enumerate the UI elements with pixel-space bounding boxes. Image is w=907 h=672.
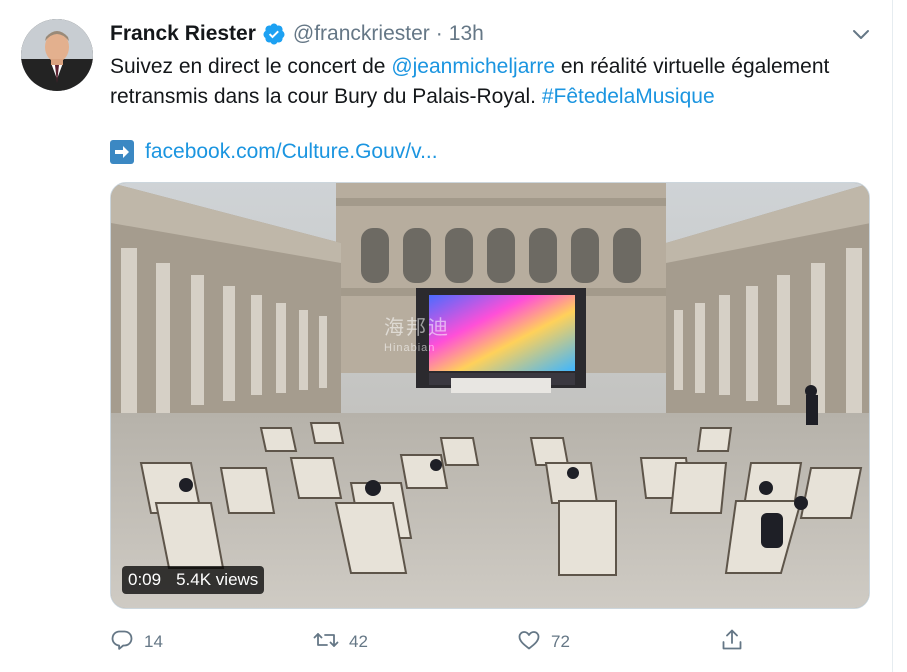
author-handle[interactable]: @franckriester <box>293 22 430 46</box>
reply-count: 14 <box>144 632 163 651</box>
watermark-line2: Hinabian <box>384 342 436 354</box>
like-count: 72 <box>551 632 570 651</box>
tweet-header: Franck Riester @franckriester · 13h <box>110 17 484 51</box>
share-icon <box>720 628 744 657</box>
tweet-text-part1: Suivez en direct le concert de <box>110 55 392 78</box>
video-duration: 0:09 <box>128 570 162 589</box>
external-link[interactable]: facebook.com/Culture.Gouv/v... <box>145 140 438 164</box>
video-views: 5.4K views <box>176 570 259 589</box>
video-watermark: 海邦迪 Hinabian <box>384 318 450 358</box>
right-arrow-emoji-icon <box>110 140 134 164</box>
retweet-icon <box>313 628 339 657</box>
retweet-button[interactable]: 42 <box>313 625 368 659</box>
retweet-count: 42 <box>349 632 368 651</box>
verified-badge-icon <box>262 22 286 46</box>
heart-icon <box>517 628 541 657</box>
chevron-down-icon[interactable] <box>848 22 874 48</box>
tweet-actions: 14 42 72 <box>110 625 750 659</box>
avatar[interactable] <box>21 19 93 91</box>
video-info-badge: 0:09 5.4K views <box>122 566 265 594</box>
reply-button[interactable]: 14 <box>110 625 163 659</box>
tweet-card[interactable]: Franck Riester @franckriester · 13h Suiv… <box>0 0 893 672</box>
author-name[interactable]: Franck Riester <box>110 22 256 46</box>
separator-dot: · <box>435 22 443 45</box>
badge-divider <box>168 566 169 594</box>
tweet-text: Suivez en direct le concert de @jeanmich… <box>110 52 880 112</box>
timestamp[interactable]: 13h <box>449 22 484 46</box>
video-frame <box>111 183 869 608</box>
share-button[interactable] <box>720 625 744 659</box>
watermark-line1: 海邦迪 <box>384 317 450 339</box>
hashtag-link[interactable]: #FêtedelaMusique <box>542 85 715 108</box>
like-button[interactable]: 72 <box>517 625 570 659</box>
mention-link[interactable]: @jeanmicheljarre <box>391 55 555 78</box>
external-link-line: facebook.com/Culture.Gouv/v... <box>110 137 438 167</box>
reply-icon <box>110 628 134 657</box>
video-player[interactable] <box>110 182 870 609</box>
